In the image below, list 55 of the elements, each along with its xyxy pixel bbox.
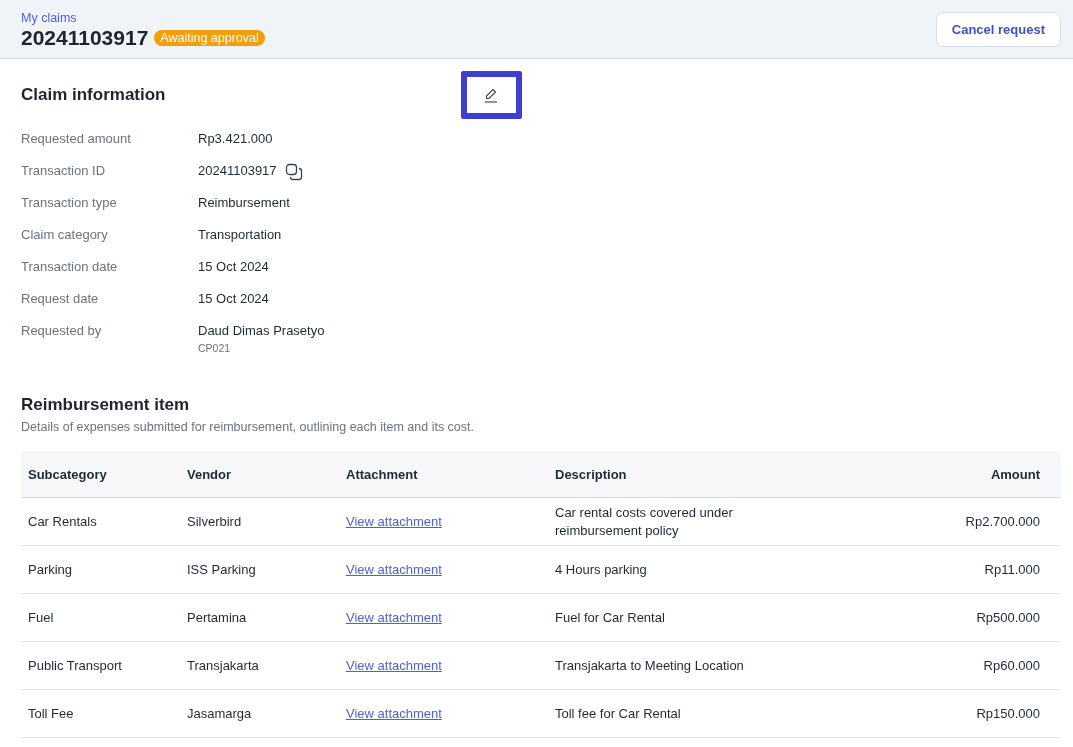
table-cell-text: Rp11.000 — [983, 562, 1040, 577]
table-cell-text: Rp60.000 — [982, 658, 1040, 673]
table-cell-text: Car Rentals — [28, 514, 98, 529]
column-header: Vendor — [187, 466, 233, 482]
view-attachment-link[interactable]: View attachment — [346, 706, 442, 721]
claim-number-title: 20241103917 — [21, 25, 149, 50]
breadcrumb-link[interactable]: My claims — [21, 10, 265, 25]
table-cell-text: Car rental costs covered under reimbursement policy — [555, 503, 734, 540]
view-attachment-link[interactable]: View attachment — [346, 514, 442, 529]
table-cell-text: Toll Fee — [28, 706, 75, 721]
table-cell-text: ISS Parking — [187, 562, 257, 577]
view-attachment-link[interactable]: View attachment — [346, 562, 442, 577]
section-title: Claim information — [21, 85, 166, 105]
table-cell-text: Toll fee for Car Rental — [555, 704, 682, 723]
cancel-request-button[interactable]: Cancel request — [935, 11, 1061, 47]
table-cell-text: Transjakarta to Meeting Location — [555, 656, 745, 675]
field-label: Transaction ID — [21, 163, 107, 180]
table-cell-text: Jasamarga — [187, 706, 253, 721]
field-value: Rp3.421.000 — [198, 131, 273, 146]
field-label: Requested amount — [21, 131, 132, 148]
field-value: Reimbursement — [198, 195, 290, 210]
table-cell-text: Silverbird — [187, 514, 243, 529]
column-header: Attachment — [346, 466, 419, 482]
field-value: Daud Dimas Prasetyo — [198, 323, 325, 338]
employee-code: CP021 — [198, 342, 232, 354]
field-value: 20241103917 — [198, 163, 277, 178]
column-header: Amount — [989, 466, 1040, 482]
pencil-icon — [483, 87, 499, 103]
table-cell-text: Pertamina — [187, 610, 248, 625]
copy-icon[interactable] — [284, 163, 303, 181]
field-label: Claim category — [21, 227, 109, 244]
table-cell-text: Rp150.000 — [975, 706, 1040, 721]
table-cell-text: Rp500.000 — [975, 610, 1040, 625]
field-label: Transaction date — [21, 259, 119, 276]
column-header: Description — [555, 466, 628, 482]
view-attachment-link[interactable]: View attachment — [346, 610, 442, 625]
section-description: Details of expenses submitted for reimbursement, outlining each item and its cost. — [21, 420, 475, 434]
field-label: Request date — [21, 291, 100, 308]
table-cell-text: 4 Hours parking — [555, 560, 648, 579]
field-label: Requested by — [21, 323, 103, 340]
view-attachment-link[interactable]: View attachment — [346, 658, 442, 673]
table-cell-text: Public Transport — [28, 658, 123, 673]
column-header: Subcategory — [28, 466, 108, 482]
status-badge: Awaiting approval — [154, 29, 265, 46]
field-value: Transportation — [198, 227, 282, 242]
field-value: 15 Oct 2024 — [198, 291, 269, 306]
section-title: Reimbursement item — [21, 395, 191, 415]
table-cell-text: Rp2.700.000 — [964, 514, 1040, 529]
table-cell-text: Transjakarta — [187, 658, 260, 673]
table-cell-text: Fuel — [28, 610, 55, 625]
field-value: 15 Oct 2024 — [198, 259, 269, 274]
table-cell-text: Parking — [28, 562, 74, 577]
edit-button[interactable] — [460, 71, 522, 119]
table-cell-text: Fuel for Car Rental — [555, 608, 666, 627]
field-label: Transaction type — [21, 195, 118, 212]
